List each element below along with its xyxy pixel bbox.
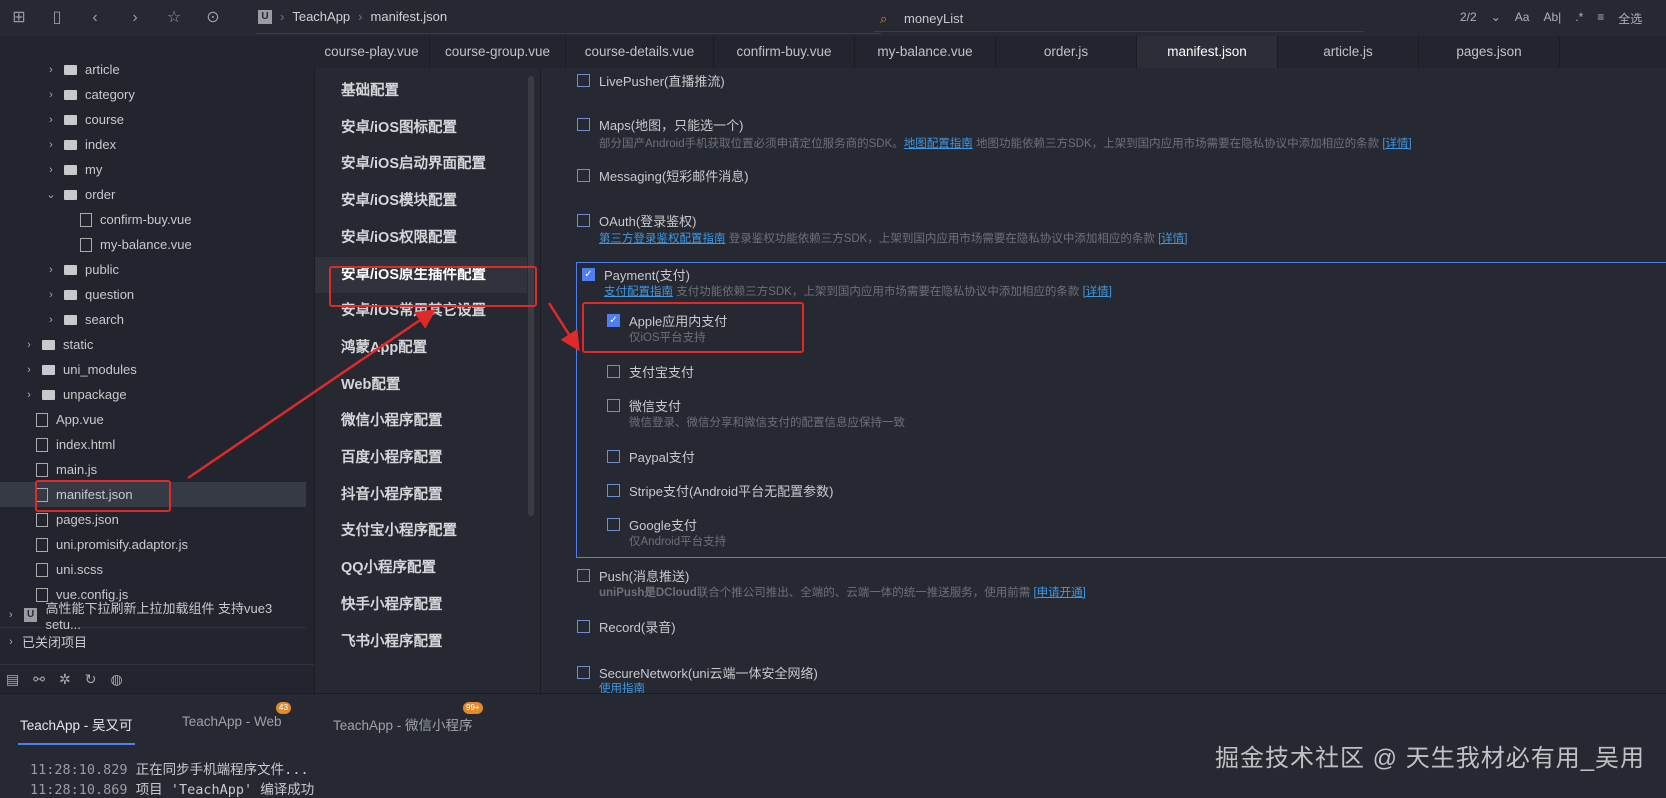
arrow-to-apple (547, 302, 580, 352)
annotation-arrows (187, 302, 580, 480)
arrow-to-config (187, 309, 437, 480)
watermark: 掘金技术社区 @ 天生我材必有用_吴用 (1215, 745, 1646, 772)
